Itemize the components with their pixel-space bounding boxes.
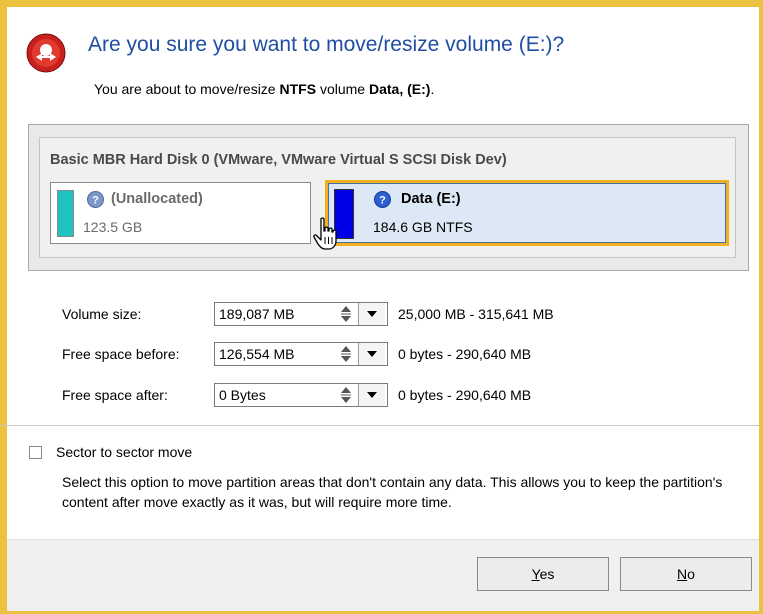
sector-move-description: Select this option to move partition are… xyxy=(62,474,723,510)
subtitle-suffix: . xyxy=(430,81,435,97)
free-space-before-value: 126,554 MB xyxy=(219,346,295,362)
partition-selection-highlight: ? Data (E:) 184.6 GB NTFS xyxy=(328,183,726,243)
partition-move-icon xyxy=(26,33,66,73)
dialog-subtitle: You are about to move/resize NTFS volume… xyxy=(94,81,434,97)
yes-accelerator: Y xyxy=(531,566,540,582)
window-frame-top xyxy=(0,0,763,7)
no-button[interactable]: No xyxy=(620,557,752,591)
partition-name: Data (E:) xyxy=(401,191,461,207)
svg-text:?: ? xyxy=(92,195,99,207)
partition-size: 123.5 GB xyxy=(83,219,143,235)
disk-label: Basic MBR Hard Disk 0 (VMware, VMware Vi… xyxy=(50,152,507,168)
no-label-rest: o xyxy=(687,566,695,582)
partition-color-swatch xyxy=(57,190,74,237)
volume-size-label: Volume size: xyxy=(62,306,142,322)
hand-pointer-icon xyxy=(313,217,337,250)
sector-move-label[interactable]: Sector to sector move xyxy=(56,444,192,460)
dialog-title: Are you sure you want to move/resize vol… xyxy=(88,33,565,56)
sector-move-checkbox[interactable] xyxy=(29,446,42,459)
question-icon: ? xyxy=(87,191,104,208)
subtitle-filesystem: NTFS xyxy=(279,81,317,97)
free-space-before-field[interactable]: 126,554 MB xyxy=(214,342,388,366)
partition-size: 184.6 GB NTFS xyxy=(373,219,473,235)
disk-map-panel: Basic MBR Hard Disk 0 (VMware, VMware Vi… xyxy=(28,124,749,271)
question-icon: ? xyxy=(374,191,391,208)
svg-text:?: ? xyxy=(379,195,386,207)
chevron-down-icon xyxy=(367,392,377,398)
free-space-before-range: 0 bytes - 290,640 MB xyxy=(398,346,532,362)
chevron-down-icon xyxy=(367,351,377,357)
disk-map: Basic MBR Hard Disk 0 (VMware, VMware Vi… xyxy=(39,137,736,258)
partition-data-e[interactable]: ? Data (E:) 184.6 GB NTFS xyxy=(325,180,729,246)
window-frame-right xyxy=(759,0,763,614)
volume-size-dropdown-button[interactable] xyxy=(358,303,385,325)
window-frame-left xyxy=(0,0,7,614)
no-accelerator: N xyxy=(677,566,688,582)
free-space-after-field[interactable]: 0 Bytes xyxy=(214,383,388,407)
spin-updown-icon[interactable] xyxy=(338,305,354,323)
partition-name: (Unallocated) xyxy=(111,191,203,207)
subtitle-volume: Data, (E:) xyxy=(368,81,431,97)
free-space-after-label: Free space after: xyxy=(62,387,168,403)
free-space-before-label: Free space before: xyxy=(62,346,180,362)
chevron-down-icon xyxy=(367,311,377,317)
subtitle-mid: volume xyxy=(316,81,369,97)
spin-updown-icon[interactable] xyxy=(338,386,354,404)
volume-size-range: 25,000 MB - 315,641 MB xyxy=(398,306,554,322)
partition-unallocated[interactable]: ? (Unallocated) 123.5 GB xyxy=(50,182,311,244)
free-space-after-dropdown-button[interactable] xyxy=(358,384,385,406)
volume-size-value: 189,087 MB xyxy=(219,306,295,322)
divider xyxy=(0,425,759,426)
volume-size-field[interactable]: 189,087 MB xyxy=(214,302,388,326)
free-space-before-dropdown-button[interactable] xyxy=(358,343,385,365)
yes-label-rest: es xyxy=(539,566,555,582)
subtitle-prefix: You are about to move/resize xyxy=(94,81,280,97)
free-space-after-range: 0 bytes - 290,640 MB xyxy=(398,387,532,403)
spin-updown-icon[interactable] xyxy=(338,345,354,363)
yes-button[interactable]: Yes xyxy=(477,557,609,591)
free-space-after-value: 0 Bytes xyxy=(219,387,266,403)
